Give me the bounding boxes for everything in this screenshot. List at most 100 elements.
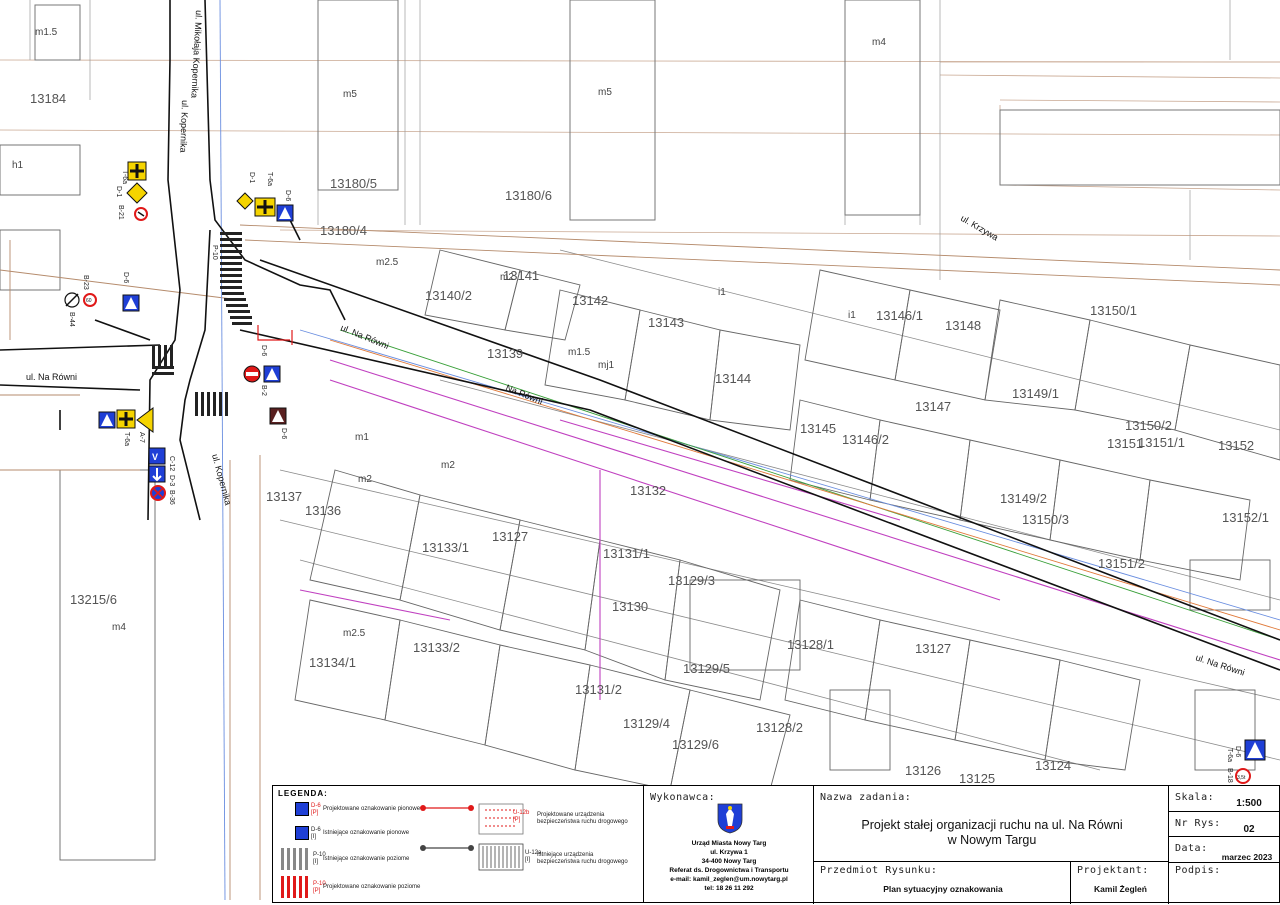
- parcel-label: 13151/2: [1098, 556, 1145, 571]
- legend-code-2: D-6: [311, 827, 321, 833]
- svg-text:D-6: D-6: [280, 428, 287, 439]
- parcel-label: 13129/6: [672, 737, 719, 752]
- building-label: m2.5: [343, 628, 366, 639]
- building-label: m1.5: [568, 347, 591, 358]
- legend-marking-existing-icon: [281, 848, 309, 870]
- svg-text:D-6: D-6: [284, 190, 291, 201]
- parcel-label: 13184: [30, 91, 66, 106]
- parcel-label: 13142: [572, 293, 608, 308]
- parcel-label: 13148: [945, 318, 981, 333]
- parcel-label: 13129/5: [683, 661, 730, 676]
- legend-sub-4: [P]: [313, 888, 321, 894]
- building-label: i1: [718, 287, 726, 298]
- svg-text:B-44: B-44: [68, 312, 75, 327]
- parcel-label: 13180/6: [505, 188, 552, 203]
- parcel-label: 13149/2: [1000, 491, 1047, 506]
- sign-cluster-ne: D-1 T-6a D-6: [236, 172, 294, 222]
- task-cell: Nazwa zadania: Projekt stałej organizacj…: [813, 786, 1169, 862]
- subject-label: Przedmiot Rysunku:: [820, 865, 938, 876]
- task-line-2: w Nowym Targu: [947, 833, 1037, 847]
- parcel-label: 13134/1: [309, 655, 356, 670]
- scale-label: Skala:: [1175, 792, 1215, 803]
- sign-cluster-center: B-2 D-6 D-6: [243, 345, 287, 439]
- parcel-label: 13152: [1218, 438, 1254, 453]
- svg-text:B-18: B-18: [1226, 768, 1233, 783]
- parcel-label: 13126: [905, 763, 941, 778]
- designer-value: Kamil Żegleń: [1094, 884, 1147, 894]
- contractor-line-2: ul. Krzywa 1: [710, 849, 748, 856]
- street-label-na-rowni-1: ul. Na Równi: [339, 323, 390, 351]
- parcel-label: 13145: [800, 421, 836, 436]
- drawing-no-cell: Nr Rys: 02: [1168, 811, 1280, 837]
- drawing-no-value: 02: [1243, 824, 1255, 835]
- parcel-label: 13139: [487, 346, 523, 361]
- parcel-label: 13129/3: [668, 573, 715, 588]
- svg-text:D-6: D-6: [260, 345, 267, 356]
- legend-device-existing-icon: [420, 843, 524, 871]
- task-label: Nazwa zadania:: [820, 792, 912, 803]
- contractor-cell: Wykonawca: NOWY TARG Urząd Miasta Nowy T…: [644, 786, 814, 904]
- parcel-label: 13132: [630, 483, 666, 498]
- building-label: m4: [872, 37, 886, 48]
- parcel-label: 13127: [492, 529, 528, 544]
- parcel-label: 13128/2: [756, 720, 803, 735]
- svg-text:60: 60: [86, 298, 92, 304]
- street-label-kopernika-1: ul. Kopernika: [178, 100, 190, 153]
- parcel-label: 13150/1: [1090, 303, 1137, 318]
- parcel-label: 13124: [1035, 758, 1071, 773]
- scale-value: 1:500: [1236, 798, 1262, 809]
- contractor-line-3: 34-400 Nowy Targ: [701, 858, 757, 865]
- legend-text-1: Projektowane oznakowanie pionowe: [323, 806, 421, 812]
- parcel-label: 13150/2: [1125, 418, 1172, 433]
- legend-title: LEGENDA:: [278, 789, 328, 798]
- parcel-label: 13147: [915, 399, 951, 414]
- svg-text:A-7: A-7: [138, 432, 145, 443]
- parcel-label: 13151: [1107, 436, 1143, 451]
- designer-cell: Projektant: Kamil Żegleń: [1070, 861, 1169, 904]
- parcel-label: 13143: [648, 315, 684, 330]
- sign-cluster-east: 3,5t D-6 B-18 T-6a: [1226, 739, 1266, 784]
- cadastral-lines: [0, 0, 1280, 901]
- contractor-line-5: e-mail: kamil_zeglen@um.nowytarg.pl: [670, 876, 788, 883]
- contractor-label: Wykonawca:: [650, 792, 716, 803]
- svg-text:T-6a: T-6a: [121, 170, 128, 184]
- contractor-line-6: tel: 18 26 11 292: [704, 885, 754, 892]
- parcel-label: 13131/2: [575, 682, 622, 697]
- svg-text:T-6a: T-6a: [123, 432, 130, 446]
- legend-device-text-1: Projektowane urządzenia bezpieczeństwa r…: [537, 812, 628, 825]
- street-label-na-rowni-east: ul. Na Równi: [1194, 652, 1246, 677]
- parcel-label: 13136: [305, 503, 341, 518]
- parcel-label: 13128/1: [787, 637, 834, 652]
- legend-text-3: Istniejące oznakowanie poziome: [323, 856, 410, 862]
- sign-cluster-sw: A-7 T-6a V B-36 C-12 D-3: [98, 407, 175, 505]
- building-label: m5: [598, 87, 612, 98]
- parcel-label: 13125: [959, 771, 995, 786]
- signature-label: Podpis:: [1175, 865, 1221, 876]
- scale-cell: Skala: 1:500: [1168, 786, 1280, 812]
- svg-text:B-23: B-23: [82, 275, 89, 290]
- legend-panel: LEGENDA: D-6 [P] Projektowane oznakowani…: [272, 785, 644, 903]
- date-value: marzec 2023: [1221, 852, 1273, 862]
- building-label: m1.5: [35, 27, 58, 38]
- svg-text:P-10: P-10: [211, 245, 218, 260]
- legend-device-code-1: U-12b: [513, 810, 530, 816]
- street-label-na-rowni-road: Na Równi: [504, 383, 544, 407]
- sign-d1-diamond: [126, 182, 148, 204]
- site-plan-map: 1318413180/513180/613180/413140/21314113…: [0, 0, 1280, 901]
- legend-device-text-2: Istniejące urządzenia bezpieczeństwa ruc…: [537, 852, 628, 865]
- street-label-na-rowni-west: ul. Na Równi: [26, 372, 77, 382]
- contractor-line-1: Urząd Miasta Nowy Targ: [691, 840, 767, 847]
- legend-device-sub-2: [I]: [525, 857, 531, 863]
- legend-sub-3: [I]: [313, 859, 319, 865]
- legend-text-4: Projektowane oznakowanie poziome: [323, 884, 421, 890]
- parcel-label: 13180/4: [320, 223, 367, 238]
- building-label: h1: [12, 160, 24, 171]
- sign-d1-diamond-2: [236, 192, 254, 210]
- building-label: m2.5: [376, 257, 399, 268]
- building-label: m5: [343, 89, 357, 100]
- parcel-label: 13133/2: [413, 640, 460, 655]
- svg-text:D-1: D-1: [248, 172, 255, 183]
- parcel-label: 13150/3: [1022, 512, 1069, 527]
- date-label: Data:: [1175, 843, 1208, 854]
- parcel-label: 13130: [612, 599, 648, 614]
